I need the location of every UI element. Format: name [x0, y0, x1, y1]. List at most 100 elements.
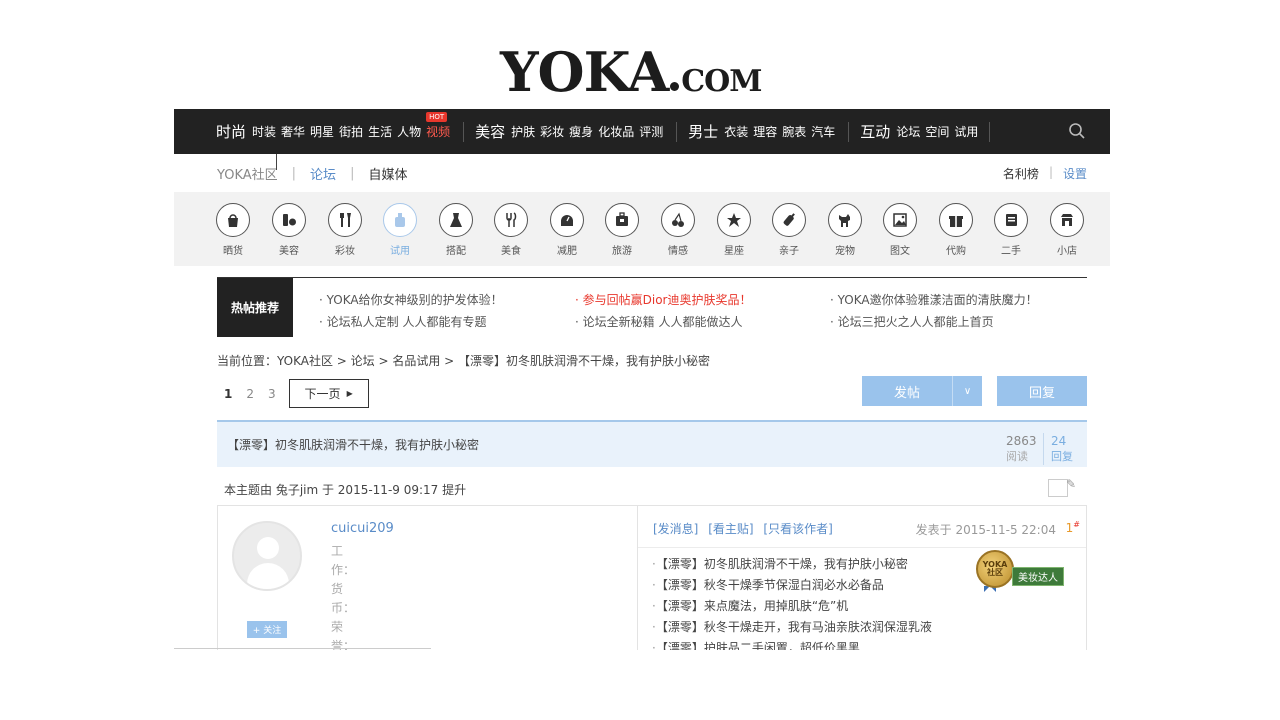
nav-sub-item[interactable]: 明星 [310, 123, 334, 140]
card-icon [994, 203, 1028, 237]
suitcase-icon [605, 203, 639, 237]
category-item[interactable]: 减肥 [539, 203, 595, 257]
category-item[interactable]: 二手 [983, 203, 1039, 257]
category-item[interactable]: 搭配 [428, 203, 484, 257]
hot-post-link[interactable]: · 论坛三把火之人人都能上首页 [830, 313, 994, 330]
reply-button[interactable]: 回复 [997, 376, 1087, 406]
nav-sub-item[interactable]: 护肤 [511, 123, 535, 140]
bag-icon [216, 203, 250, 237]
nav-sub-item[interactable]: 试用 [954, 123, 978, 140]
nav-sub-item[interactable]: 彩妆 [540, 123, 564, 140]
avatar[interactable] [232, 521, 302, 591]
category-label: 小店 [1057, 246, 1077, 257]
nav-main-men[interactable]: 男士 [688, 121, 718, 142]
nav-sub-item[interactable]: 化妆品 [598, 123, 634, 140]
author-post-list: · 【漂零】初冬肌肤润滑不干燥，我有护肤小秘密 · 【漂零】秋冬干燥季节保湿白润必水… [652, 554, 932, 650]
view-count: 2863 阅读 [1006, 433, 1037, 465]
nav-sub-item[interactable]: 时装 [252, 123, 276, 140]
post-link: 【漂零】秋冬干燥季节保湿白润必水必备品 [661, 578, 884, 592]
author-panel: + 关注 cuicui209 工作：货币：荣誉： [218, 506, 638, 650]
nav-sub-item[interactable]: 街拍 [339, 123, 363, 140]
chevron-down-icon[interactable]: ∨ [952, 376, 982, 406]
author-only-link[interactable]: [只看该作者] [763, 522, 832, 536]
list-item[interactable]: · 【漂零】秋冬干燥季节保湿白润必水必备品 [652, 575, 932, 596]
bottom-divider [174, 648, 431, 649]
settings-link[interactable]: 设置 [1063, 165, 1087, 182]
nav-sub-video[interactable]: HOT 视频 [426, 112, 450, 140]
author-username[interactable]: cuicui209 [331, 521, 394, 536]
nav-group-men: 男士 衣装 理容 腕表 汽车 [688, 109, 840, 154]
next-page-button[interactable]: 下一页 ▶ [288, 379, 369, 408]
pen-icon[interactable]: ✎ [1066, 477, 1076, 491]
nav-sub-item[interactable]: 衣装 [724, 123, 748, 140]
list-item[interactable]: · 【漂零】来点魔法，用掉肌肤“危”机 [652, 596, 932, 617]
category-item[interactable]: 亲子 [761, 203, 817, 257]
nav-sub-item[interactable]: 生活 [368, 123, 392, 140]
page-link-current[interactable]: 1 [224, 387, 232, 401]
category-label: 代购 [946, 246, 966, 257]
follow-button[interactable]: + 关注 [247, 621, 287, 638]
category-label: 美食 [501, 246, 521, 257]
send-message-link[interactable]: [发消息] [653, 522, 698, 536]
category-item[interactable]: 星座 [706, 203, 762, 257]
category-item[interactable]: 晒货 [205, 203, 261, 257]
subnav-separator: | [291, 165, 297, 181]
category-item[interactable]: 美食 [483, 203, 539, 257]
gift-icon [939, 203, 973, 237]
nav-sub-item[interactable]: 理容 [753, 123, 777, 140]
pagination: 1 2 3 下一页 ▶ [224, 379, 369, 408]
post-link: 【漂零】护肤品二手闲置，超低价黑黑 [661, 641, 860, 650]
hot-post-link[interactable]: · YOKA邀你体验雅漾洁面的清肤魔力！ [830, 291, 1038, 308]
nav-sub-item[interactable]: 评测 [639, 123, 663, 140]
floor-number[interactable]: 1# [1066, 520, 1080, 535]
nav-sub-item[interactable]: 论坛 [896, 123, 920, 140]
caret-right-icon: ▶ [346, 389, 353, 398]
hot-post-link[interactable]: · 论坛私人定制 人人都能有专题 [319, 313, 486, 330]
list-item[interactable]: · 【漂零】护肤品二手闲置，超低价黑黑 [652, 638, 932, 650]
category-item-active[interactable]: 试用 [372, 203, 428, 257]
nav-main-beauty[interactable]: 美容 [475, 121, 505, 142]
nav-main-interact[interactable]: 互动 [860, 121, 890, 142]
hot-post-link[interactable]: · 参与回帖赢Dior迪奥护肤奖品！ [575, 291, 751, 308]
list-item[interactable]: · 【漂零】初冬肌肤润滑不干燥，我有护肤小秘密 [652, 554, 932, 575]
fame-ranking-link[interactable]: 名利榜 [1003, 165, 1039, 182]
scale-icon [550, 203, 584, 237]
category-item[interactable]: 彩妆 [317, 203, 373, 257]
category-item[interactable]: 小店 [1039, 203, 1095, 257]
bullet: · [652, 599, 656, 613]
nav-sub-item[interactable]: 奢华 [281, 123, 305, 140]
next-page-label: 下一页 [304, 387, 341, 401]
hot-post-link[interactable]: · YOKA给你女神级别的护发体验！ [319, 291, 503, 308]
category-item[interactable]: 代购 [928, 203, 984, 257]
reply-count: 24 回复 [1051, 433, 1073, 465]
hot-post-link[interactable]: · 论坛全新秘籍 人人都能做达人 [575, 313, 742, 330]
bump-checkbox[interactable] [1048, 479, 1068, 497]
nav-main-fashion[interactable]: 时尚 [216, 121, 246, 142]
category-item[interactable]: 宠物 [817, 203, 873, 257]
page-link[interactable]: 3 [268, 387, 276, 401]
page-link[interactable]: 2 [246, 387, 254, 401]
subnav-forum[interactable]: 论坛 [310, 164, 336, 183]
search-icon[interactable] [1068, 122, 1086, 140]
logo-suffix: COM [681, 64, 762, 99]
category-item[interactable]: 图文 [872, 203, 928, 257]
breadcrumb[interactable]: 当前位置：YOKA社区 > 论坛 > 名品试用 > 【漂零】初冬肌肤润滑不干燥，… [217, 352, 710, 369]
author-profile-fields: 工作：货币：荣誉： [331, 544, 356, 650]
category-item[interactable]: 情感 [650, 203, 706, 257]
nav-sub-item[interactable]: 汽车 [811, 123, 835, 140]
medal-icon: YOKA 社区 [976, 550, 1014, 588]
category-item[interactable]: 旅游 [594, 203, 650, 257]
category-item[interactable]: 美容 [261, 203, 317, 257]
list-item[interactable]: · 【漂零】秋冬干燥走开，我有马油亲肤浓润保湿乳液 [652, 617, 932, 638]
yoka-logo[interactable]: YOKA COM [500, 44, 810, 100]
subnav-self-media[interactable]: 自媒体 [368, 164, 407, 183]
cherry-icon [661, 203, 695, 237]
nav-sub-item[interactable]: 腕表 [782, 123, 806, 140]
subnav-community[interactable]: YOKA社区 [217, 164, 278, 183]
nav-sub-item[interactable]: 空间 [925, 123, 949, 140]
nav-sub-item[interactable]: 瘦身 [569, 123, 593, 140]
new-post-button[interactable]: 发帖 ∨ [862, 376, 982, 406]
view-main-post-link[interactable]: [看主贴] [708, 522, 753, 536]
new-post-label: 发帖 [893, 385, 920, 401]
nav-sub-item[interactable]: 人物 [397, 123, 421, 140]
